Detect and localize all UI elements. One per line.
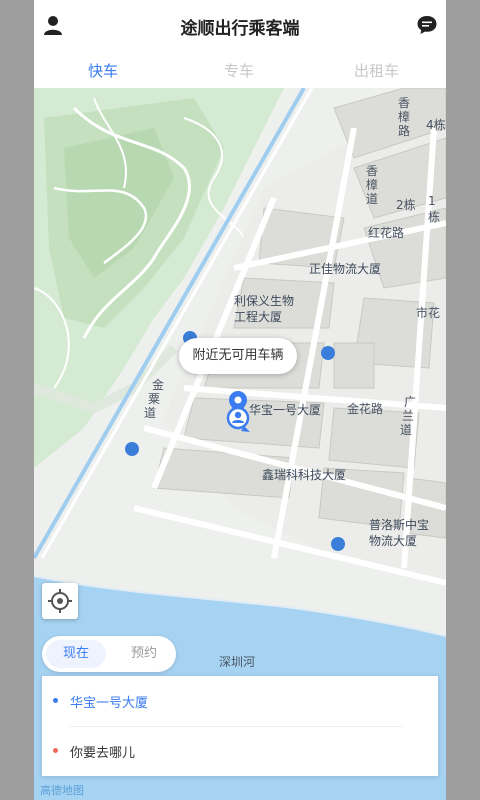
- label-puluosi-1: 普洛斯中宝: [369, 518, 430, 532]
- label-bldg-2: 2栋: [396, 198, 416, 212]
- label-bldg-4: 4栋: [426, 118, 446, 132]
- origin-row[interactable]: 华宝一号大厦: [42, 676, 438, 726]
- route-card: 华宝一号大厦 你要去哪儿: [42, 676, 438, 776]
- tab-express[interactable]: 快车: [88, 60, 118, 81]
- message-icon[interactable]: [416, 14, 438, 36]
- map-watermark: 高德地图: [40, 783, 84, 797]
- label-xiangzhang-3: 路: [398, 124, 411, 138]
- destination-row[interactable]: 你要去哪儿: [42, 726, 438, 776]
- label-xiangzhang-b3: 道: [366, 192, 379, 206]
- label-huabao: 华宝一号大厦: [249, 403, 322, 417]
- app-header: 途顺出行乘客端: [34, 0, 446, 50]
- label-zhengjia: 正佳物流大厦: [309, 262, 382, 276]
- destination-dot-icon: [53, 748, 58, 753]
- destination-input[interactable]: 你要去哪儿: [70, 742, 135, 761]
- no-vehicle-bubble: 附近无可用车辆: [179, 338, 297, 374]
- option-book[interactable]: 预约: [118, 640, 170, 668]
- label-shenzhen-river: 深圳河: [219, 655, 256, 669]
- label-libaoyi-2: 工程大厦: [234, 310, 283, 324]
- tab-taxi[interactable]: 出租车: [354, 60, 399, 81]
- app-title: 途顺出行乘客端: [180, 19, 300, 39]
- origin-text: 华宝一号大厦: [70, 696, 149, 711]
- label-guangsan-3: 道: [400, 423, 413, 437]
- label-xinrui: 鑫瑞科科技大厦: [262, 468, 347, 482]
- label-jinguo-3: 道: [144, 406, 157, 420]
- service-tabs: 快车 专车 出租车: [34, 50, 446, 89]
- map-view[interactable]: 高德地图 正佳物流大厦 利保义生物 工程大厦 华宝一号大厦 鑫瑞科科技大厦 普洛…: [34, 88, 446, 800]
- label-shihua: 市花: [416, 306, 441, 320]
- locate-button[interactable]: [42, 583, 78, 619]
- ride-time-toggle: 现在 预约: [42, 636, 176, 672]
- label-jinhua-road: 金花路: [347, 402, 384, 416]
- origin-dot-icon: [53, 698, 58, 703]
- label-honghua-road: 红花路: [368, 226, 405, 240]
- option-now[interactable]: 现在: [46, 640, 106, 668]
- app-screen: 途顺出行乘客端 快车 专车 出租车 高德地图 正佳物流大厦 利保义生物 工程大厦…: [34, 0, 446, 800]
- label-libaoyi-1: 利保义生物: [234, 294, 295, 308]
- label-puluosi-2: 物流大厦: [369, 534, 418, 548]
- crosshair-icon: [48, 589, 72, 613]
- tab-premium[interactable]: 专车: [224, 60, 254, 81]
- label-bldg-1: 1栋: [428, 194, 441, 224]
